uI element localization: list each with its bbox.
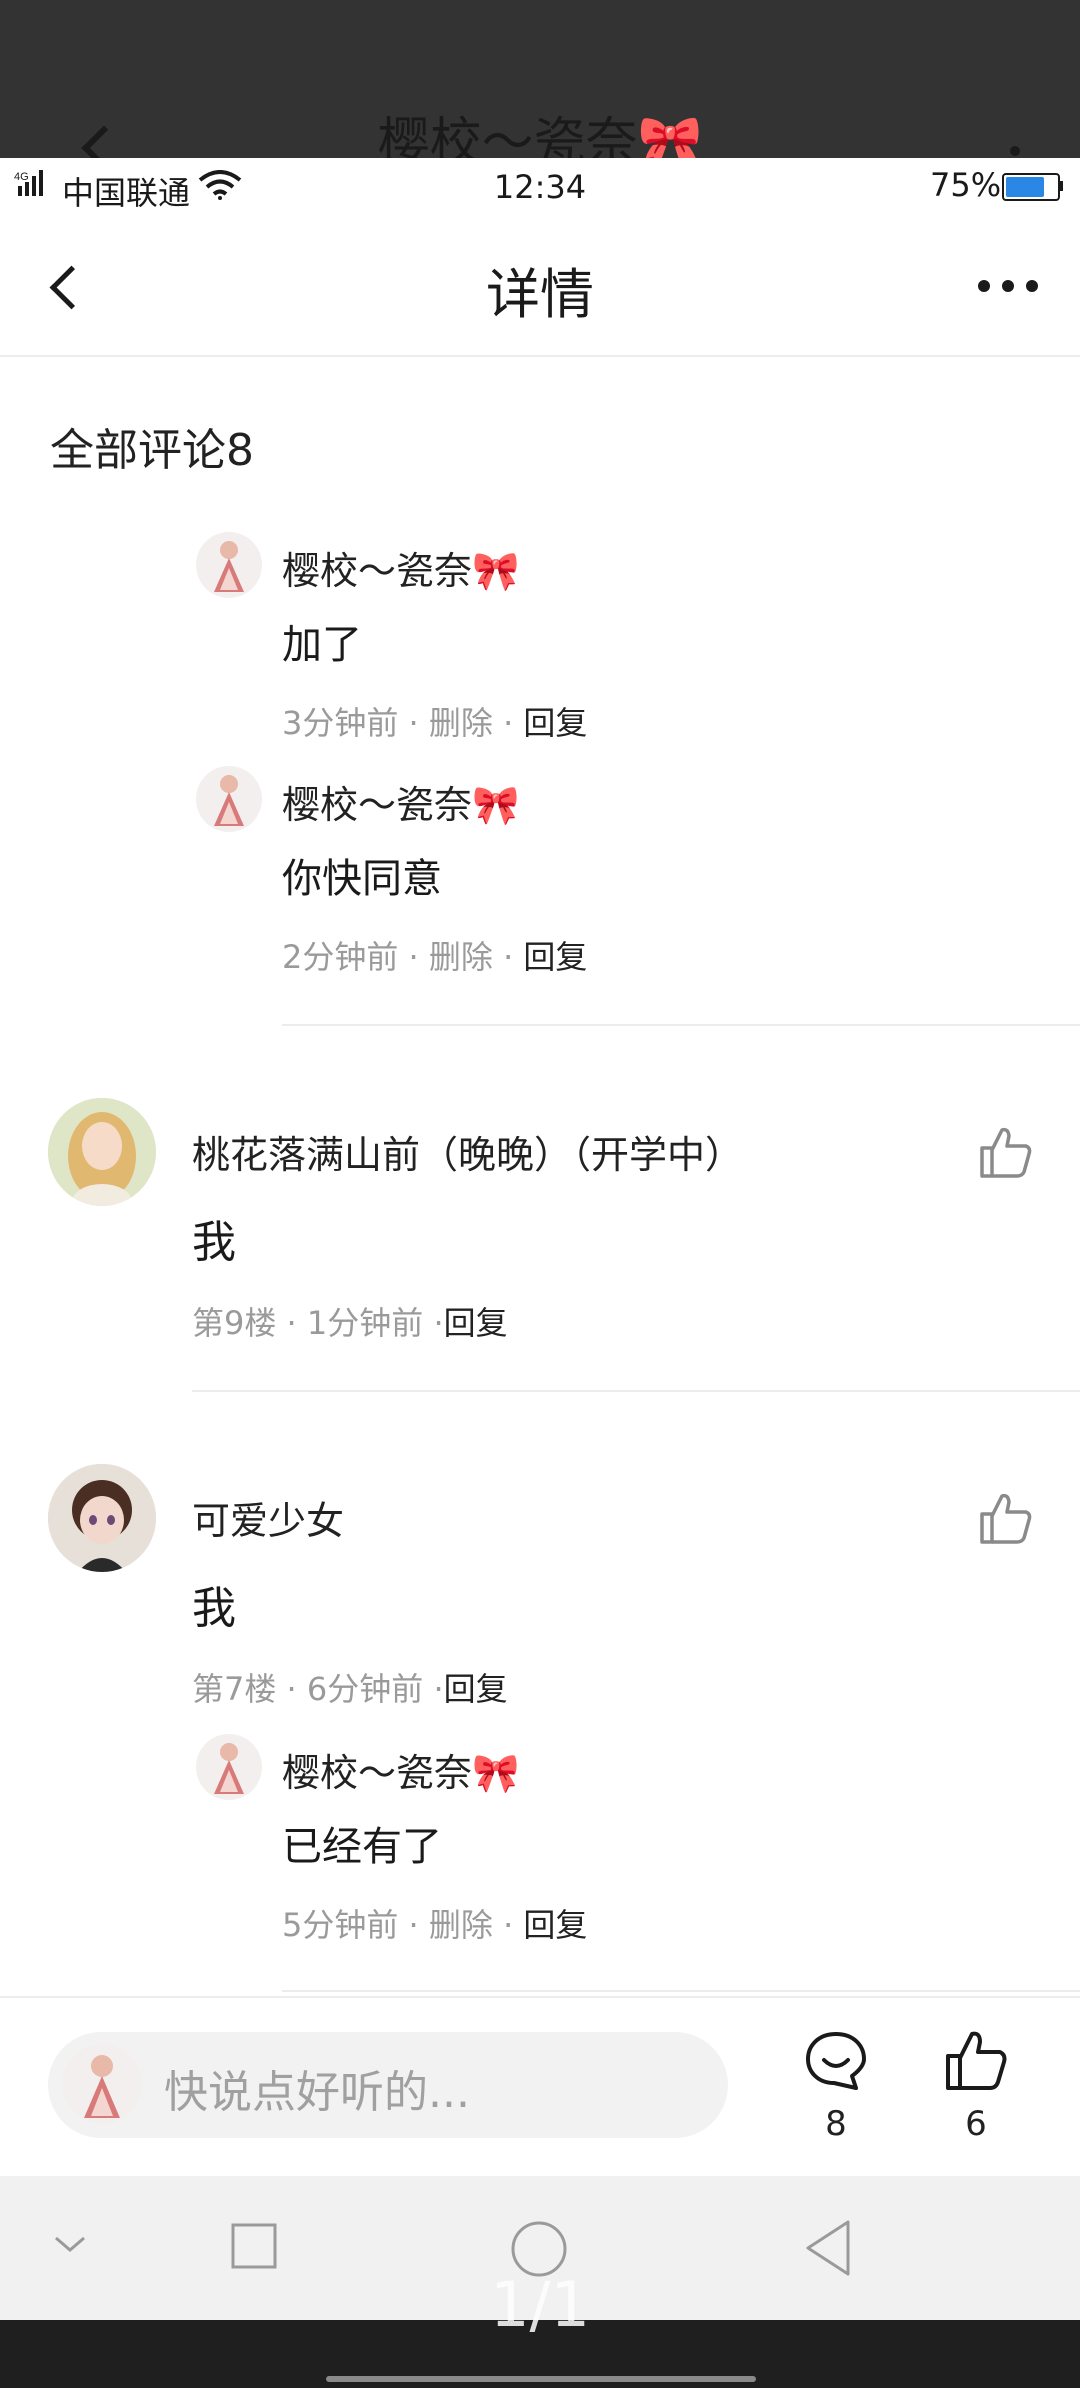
chevron-down-icon[interactable] [52,2232,88,2256]
reply-time: 3分钟前 [282,704,399,742]
meta-dot: · [433,1304,444,1342]
reply-link[interactable]: 回复 [444,1304,508,1342]
reply-link[interactable]: 回复 [444,1670,508,1708]
doll-avatar-icon [214,1743,244,1794]
reply-text: 加了 [282,622,362,668]
meta-dot: · [408,1906,429,1944]
avatar[interactable] [196,532,262,598]
avatar[interactable] [48,1464,156,1572]
more-dot [1026,280,1038,292]
meta-dot: · [408,938,429,976]
delete-link[interactable]: 删除 [429,938,493,976]
meta-dot: · [433,1670,444,1708]
doll-avatar-icon [84,2055,120,2118]
recents-square-icon[interactable] [230,2222,278,2270]
battery-level [1006,177,1044,197]
like-button[interactable] [978,1124,1034,1180]
status-time: 12:34 [493,168,587,206]
delete-link[interactable]: 删除 [429,1906,493,1944]
divider [192,1390,1080,1392]
overlay-more-icon [1010,146,1020,156]
image-viewer-overlay: 樱校～瓷奈🎀 [0,0,1080,158]
thumbs-up-icon [980,1127,1032,1178]
page-indicator: 1/1 [490,2268,590,2341]
battery-percentage: 75% [930,166,1002,204]
reply-meta: 3分钟前 · 删除 · 回复 [282,698,587,744]
comment-author[interactable]: 桃花落满山前（晚晚）（开学中） [192,1124,743,1179]
avatar[interactable] [196,766,262,832]
comment-count: 8 [825,2104,847,2144]
more-dot [1002,280,1014,292]
avatar[interactable] [196,1734,262,1800]
reply-time: 2分钟前 [282,938,399,976]
more-button[interactable] [972,266,1044,306]
girl-avatar-icon [48,1098,156,1206]
comment-text: 我 [192,1217,236,1268]
reply-author[interactable]: 樱校～瓷奈🎀 [282,774,519,829]
like-button[interactable] [978,1490,1034,1546]
reply-author[interactable]: 樱校～瓷奈🎀 [282,1742,519,1797]
reply-text: 已经有了 [282,1824,442,1870]
floor-number: 第7楼 [192,1670,277,1708]
reply-meta: 2分钟前 · 删除 · 回复 [282,932,587,978]
divider [282,1024,1080,1026]
comment-meta: 第7楼 · 6分钟前 ·回复 [192,1664,508,1710]
comment-count-button[interactable]: 8 [800,2028,872,2148]
comment-text: 我 [192,1583,236,1634]
page-title: 详情 [486,263,594,326]
like-count-button[interactable]: 6 [940,2028,1012,2148]
comment-meta: 第9楼 · 1分钟前 ·回复 [192,1298,508,1344]
doll-avatar-icon [214,541,244,592]
battery-icon [1002,173,1060,201]
my-avatar [62,2044,142,2124]
like-count: 6 [965,2104,987,2144]
battery-tip [1059,181,1063,191]
meta-dot: · [408,704,429,742]
thumbs-up-icon [980,1493,1032,1544]
all-comments-heading: 全部评论8 [50,425,254,476]
meta-dot: · [286,1304,307,1342]
divider [282,1990,1080,1992]
home-indicator[interactable] [326,2376,756,2382]
meta-dot: · [503,1906,524,1944]
thumbs-up-icon [946,2031,1007,2090]
avatar[interactable] [48,1098,156,1206]
floor-number: 第9楼 [192,1304,277,1342]
more-horizontal-icon [978,280,990,292]
header-divider [0,355,1080,357]
reply-meta: 5分钟前 · 删除 · 回复 [282,1900,587,1946]
delete-link[interactable]: 删除 [429,704,493,742]
comment-time: 6分钟前 [306,1670,424,1708]
meta-dot: · [503,704,524,742]
reply-link[interactable]: 回复 [523,938,587,976]
reply-link[interactable]: 回复 [523,1906,587,1944]
meta-dot: · [503,938,524,976]
reply-text: 你快同意 [282,856,442,902]
reply-time: 5分钟前 [282,1906,399,1944]
meta-dot: · [286,1670,307,1708]
reply-link[interactable]: 回复 [523,704,587,742]
comment-bubble-icon [806,2032,866,2090]
comment-input-placeholder[interactable]: 快说点好听的... [164,2056,470,2120]
comment-author[interactable]: 可爱少女 [192,1490,344,1545]
reply-author[interactable]: 樱校～瓷奈🎀 [282,540,519,595]
girl-avatar-icon [48,1464,156,1572]
overlay-title: 樱校～瓷奈🎀 [377,113,703,158]
comment-time: 1分钟前 [306,1304,424,1342]
doll-avatar-icon [214,775,244,826]
